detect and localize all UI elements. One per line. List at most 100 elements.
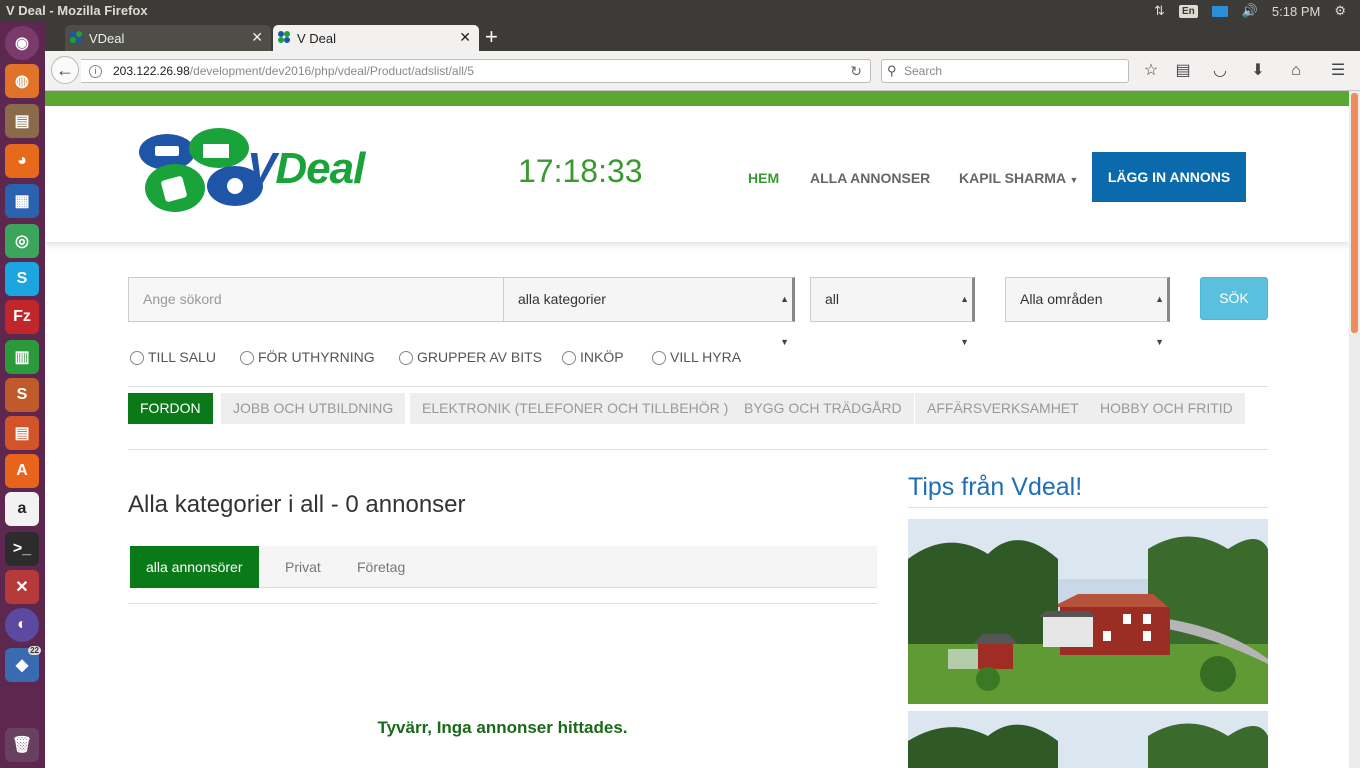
url-host: 203.122.26.98 (113, 64, 190, 78)
firefox-icon[interactable]: ◕ (5, 144, 39, 178)
search-placeholder: Search (904, 64, 943, 78)
favicon-icon (69, 30, 83, 44)
amazon-icon[interactable]: a (5, 492, 39, 526)
tab-label: VDeal (89, 30, 125, 46)
clock[interactable]: 5:18 PM (1272, 4, 1320, 19)
launcher: ◉ ◍ ▤ ◕ ▦ ◎ S Fz ▥ S ▤ A a >_ ✕ ◐ 22 ◆ 🗑 (0, 22, 45, 768)
mail-icon[interactable] (1211, 5, 1228, 17)
reload-icon[interactable]: ↻ (850, 60, 862, 82)
close-icon[interactable]: ✕ (459, 29, 471, 46)
radio-icon[interactable] (562, 351, 576, 365)
radio-want-to-rent[interactable]: VILL HYRA (652, 348, 741, 365)
divider (128, 449, 1268, 450)
eclipse-icon[interactable]: ◐ (5, 608, 39, 642)
url-bar[interactable]: i 203.122.26.98/development/dev2016/php/… (81, 59, 871, 83)
tip-image[interactable] (908, 711, 1268, 768)
gear-icon[interactable]: ⚙ (1334, 3, 1346, 19)
menu-all-ads[interactable]: ALLA ANNONSER (810, 170, 930, 186)
logo-wordmark: VDeal (247, 144, 365, 193)
advertiser-filter: alla annonsörer Privat Företag (129, 546, 877, 588)
close-icon[interactable]: ✕ (251, 29, 263, 46)
tip-image[interactable] (908, 519, 1268, 704)
page-scrollbar[interactable] (1349, 91, 1360, 768)
ubuntu-dash-icon[interactable]: ◉ (5, 26, 39, 60)
volume-icon[interactable]: 🔊 (1242, 3, 1258, 19)
post-ad-button[interactable]: LÄGG IN ANNONS (1092, 152, 1246, 202)
region-select[interactable]: all ▲ ▼ (810, 277, 975, 347)
category-tab-vehicles[interactable]: FORDON (128, 393, 213, 424)
firefox-dev-icon[interactable]: ◍ (5, 64, 39, 98)
skype-icon[interactable]: S (5, 262, 39, 296)
search-icon: ⚲ (887, 63, 897, 78)
category-tab-electronics[interactable]: ELEKTRONIK (TELEFONER OCH TILLBEHÖR ) (410, 393, 741, 424)
radio-groups[interactable]: GRUPPER AV BITS (399, 348, 542, 365)
search-button[interactable]: SÖK (1200, 277, 1268, 320)
scrollbar-thumb[interactable] (1351, 93, 1358, 333)
area-select[interactable]: Alla områden ▲ ▼ (1005, 277, 1170, 347)
url-path: /development/dev2016/php/vdeal/Product/a… (189, 64, 474, 78)
info-icon[interactable]: i (89, 65, 102, 78)
files-icon[interactable]: ▤ (5, 104, 39, 138)
new-tab-button[interactable]: + (485, 24, 498, 50)
no-results-message: Tyvärr, Inga annonser hittades. (377, 718, 628, 737)
software-center-icon[interactable]: A (5, 454, 39, 488)
tab-v-deal[interactable]: V Deal ✕ (273, 25, 479, 51)
navigation-bar: ← i 203.122.26.98/development/dev2016/ph… (45, 51, 1360, 91)
download-icon[interactable]: ⬇ (1248, 61, 1268, 81)
chrome-icon[interactable]: ◎ (5, 224, 39, 258)
user-name: KAPIL SHARMA (959, 170, 1066, 186)
keyword-input[interactable]: Ange sökord (128, 277, 504, 322)
reading-list-icon[interactable]: ▤ (1173, 61, 1193, 81)
tips-title: Tips från Vdeal! (908, 473, 1083, 501)
pocket-icon[interactable]: ◡ (1210, 61, 1230, 81)
tab-company[interactable]: Företag (341, 546, 421, 588)
os-top-panel: V Deal - Mozilla Firefox ⇅ En 🔊 5:18 PM … (0, 0, 1360, 22)
category-select[interactable]: alla kategorier ▲ ▼ (503, 277, 795, 347)
category-tab-hobby[interactable]: HOBBY OCH FRITID (1088, 393, 1245, 424)
category-value: alla kategorier (518, 291, 606, 307)
menu-user-dropdown[interactable]: KAPIL SHARMA ▼ (959, 170, 1078, 186)
radio-purchase[interactable]: INKÖP (562, 348, 624, 365)
tab-vdeal[interactable]: VDeal ✕ (65, 25, 271, 51)
menu-home[interactable]: HEM (748, 170, 779, 186)
network-icon[interactable]: ⇅ (1154, 3, 1165, 19)
tab-label: V Deal (297, 30, 337, 46)
category-tab-building[interactable]: BYGG OCH TRÄDGÅRD (732, 393, 914, 424)
keyboard-layout-indicator[interactable]: En (1178, 4, 1198, 18)
radio-for-sale[interactable]: TILL SALU (130, 348, 216, 365)
caret-down-icon: ▼ (1069, 175, 1079, 185)
radio-icon[interactable] (399, 351, 413, 365)
trash-icon[interactable]: 🗑 (5, 728, 39, 762)
tab-strip: VDeal ✕ V Deal ✕ + (45, 22, 1360, 51)
search-input[interactable]: ⚲ Search (881, 59, 1129, 83)
menu-icon[interactable]: ☰ (1328, 61, 1348, 81)
launcher-badge: 22 (28, 646, 41, 655)
writer-icon[interactable]: ▦ (5, 184, 39, 218)
update-icon[interactable]: 22 ◆ (5, 646, 41, 682)
back-button[interactable]: ← (51, 56, 79, 84)
category-tab-jobs[interactable]: JOBB OCH UTBILDNING (221, 393, 406, 424)
tab-private[interactable]: Privat (269, 546, 337, 588)
site-logo[interactable]: VDeal (137, 126, 427, 216)
caret-icon: ▲ ▼ (1155, 294, 1164, 347)
terminal-icon[interactable]: >_ (5, 532, 39, 566)
impress-icon[interactable]: ▤ (5, 416, 39, 450)
radio-icon[interactable] (240, 351, 254, 365)
favicon-icon (277, 30, 291, 44)
caret-icon: ▲ ▼ (960, 294, 969, 347)
calc-icon[interactable]: ▥ (5, 340, 39, 374)
tab-all-advertisers[interactable]: alla annonsörer (130, 546, 259, 588)
sublime-icon[interactable]: S (5, 378, 39, 412)
settings-icon[interactable]: ✕ (5, 570, 39, 604)
listing-title: Alla kategorier i all - 0 annonser (128, 491, 466, 518)
radio-for-rent[interactable]: FÖR UTHYRNING (240, 348, 375, 365)
divider (908, 507, 1268, 508)
bookmark-star-icon[interactable]: ☆ (1141, 61, 1161, 81)
radio-icon[interactable] (652, 351, 666, 365)
filezilla-icon[interactable]: Fz (5, 300, 39, 334)
divider (128, 386, 1268, 387)
category-tab-business[interactable]: AFFÄRSVERKSAMHET (915, 393, 1091, 424)
home-icon[interactable]: ⌂ (1286, 61, 1306, 81)
window-title: V Deal - Mozilla Firefox (6, 3, 148, 18)
radio-icon[interactable] (130, 351, 144, 365)
